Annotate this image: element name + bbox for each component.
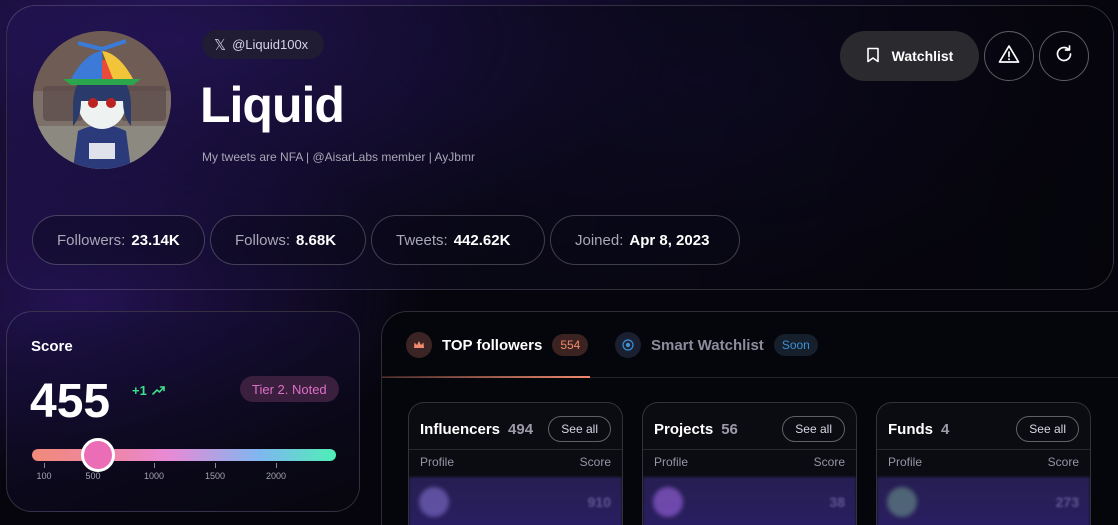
score-card: Score 455 +1 Tier 2. Noted 100 500 1000 …: [6, 311, 360, 512]
followers-panel: TOP followers 554 Smart Watchlist Soon I…: [381, 311, 1118, 525]
see-all-button[interactable]: See all: [548, 416, 611, 442]
tick-mark: [44, 463, 45, 468]
warning-icon: [998, 44, 1020, 69]
column-header-score: Score: [1047, 455, 1079, 469]
category-name: Funds: [888, 421, 933, 438]
report-button[interactable]: [984, 31, 1034, 81]
tick-mark: [154, 463, 155, 468]
avatar: [33, 31, 171, 169]
score-ticks: 100 500 1000 1500 2000: [32, 461, 336, 491]
stats-row: Followers: 23.14K Follows: 8.68K Tweets:…: [32, 215, 740, 265]
delta-text: +1: [132, 383, 147, 398]
category-card-projects: Projects 56 See all Profile Score 38: [642, 402, 857, 525]
row-score: 910: [587, 494, 611, 510]
tier-badge: Tier 2. Noted: [240, 376, 339, 402]
column-header-score: Score: [813, 455, 845, 469]
category-count: 4: [941, 421, 950, 438]
column-header-profile: Profile: [888, 455, 923, 469]
tab-smart-watchlist[interactable]: Smart Watchlist Soon: [615, 332, 818, 358]
category-divider: [643, 449, 856, 450]
stat-tweets[interactable]: Tweets: 442.62K: [371, 215, 545, 265]
row-score: 273: [1055, 494, 1079, 510]
avatar: [653, 487, 683, 517]
category-count: 494: [508, 421, 534, 438]
column-header-score: Score: [579, 455, 611, 469]
see-all-button[interactable]: See all: [782, 416, 845, 442]
category-name: Projects: [654, 421, 714, 438]
bookmark-icon: [866, 47, 880, 66]
profile-name: Liquid: [200, 77, 345, 133]
tab-count: 554: [552, 334, 589, 356]
tick-label: 2000: [265, 471, 287, 481]
score-delta: +1: [132, 383, 165, 398]
active-tab-indicator: [382, 376, 590, 378]
stat-joined: Joined: Apr 8, 2023: [550, 215, 740, 265]
avatar: [419, 487, 449, 517]
handle-text: @Liquid100x: [232, 37, 309, 52]
stat-value: 23.14K: [131, 231, 180, 249]
tab-label: Smart Watchlist: [651, 336, 764, 354]
stat-value: Apr 8, 2023: [629, 231, 710, 249]
stat-value: 442.62K: [453, 231, 511, 249]
trend-up-icon: [152, 383, 165, 398]
refresh-button[interactable]: [1039, 31, 1089, 81]
tick-label: 100: [36, 471, 52, 481]
target-icon: [615, 332, 641, 358]
tick-label: 1500: [204, 471, 226, 481]
profile-card: 𝕏 @Liquid100x Liquid My tweets are NFA |…: [6, 5, 1114, 290]
tab-soon-badge: Soon: [773, 334, 818, 356]
stat-value: 8.68K: [296, 231, 337, 249]
score-title: Score: [31, 338, 73, 355]
avatar: [887, 487, 917, 517]
stat-follows[interactable]: Follows: 8.68K: [210, 215, 366, 265]
watchlist-label: Watchlist: [891, 48, 954, 64]
row-score: 38: [829, 494, 845, 510]
category-title: Projects 56: [654, 421, 738, 438]
tab-label: TOP followers: [442, 336, 543, 354]
stat-label: Joined:: [575, 231, 624, 249]
handle-pill[interactable]: 𝕏 @Liquid100x: [202, 30, 324, 59]
stat-label: Followers:: [57, 231, 126, 249]
category-divider: [877, 449, 1090, 450]
tick-label: 1000: [143, 471, 165, 481]
category-card-influencers: Influencers 494 See all Profile Score 91…: [408, 402, 623, 525]
category-title: Funds 4: [888, 421, 949, 438]
score-value: 455: [30, 375, 111, 428]
tick-label: 500: [85, 471, 101, 481]
category-title: Influencers 494: [420, 421, 533, 438]
category-name: Influencers: [420, 421, 501, 438]
avatar-illustration: [33, 31, 171, 169]
profile-bio: My tweets are NFA | @AisarLabs member | …: [202, 150, 475, 164]
tick-mark: [276, 463, 277, 468]
category-card-funds: Funds 4 See all Profile Score 273: [876, 402, 1091, 525]
column-header-profile: Profile: [654, 455, 689, 469]
score-slider-track: [32, 449, 336, 461]
category-divider: [409, 449, 622, 450]
tab-top-followers[interactable]: TOP followers 554: [406, 332, 589, 358]
column-header-profile: Profile: [420, 455, 455, 469]
refresh-icon: [1054, 44, 1074, 69]
tick-mark: [215, 463, 216, 468]
x-logo-icon: 𝕏: [214, 36, 227, 54]
crown-icon: [406, 332, 432, 358]
score-slider-thumb: [81, 438, 115, 472]
category-count: 56: [721, 421, 738, 438]
stat-label: Follows:: [235, 231, 291, 249]
stat-followers[interactable]: Followers: 23.14K: [32, 215, 205, 265]
stat-label: Tweets:: [396, 231, 448, 249]
watchlist-button[interactable]: Watchlist: [840, 31, 979, 81]
see-all-button[interactable]: See all: [1016, 416, 1079, 442]
